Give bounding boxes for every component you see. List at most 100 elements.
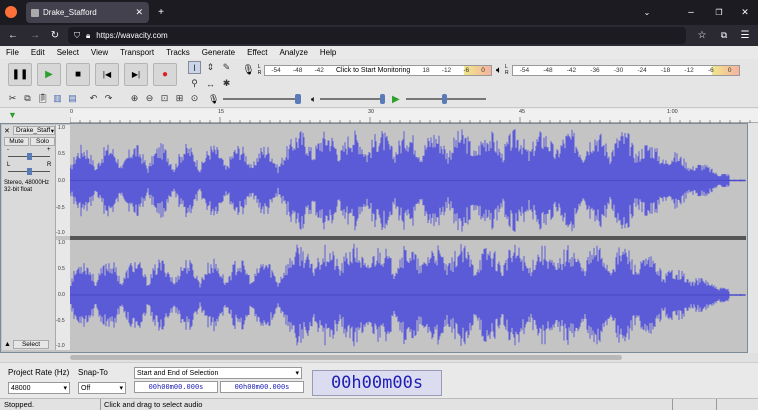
- speaker-icon[interactable]: 🔈︎: [496, 65, 502, 76]
- skip-start-button[interactable]: |◀: [95, 63, 119, 86]
- zoom-in-icon[interactable]: ⊕: [128, 92, 141, 105]
- playback-speed-thumb[interactable]: [441, 94, 447, 104]
- new-tab-button[interactable]: +: [154, 5, 168, 19]
- pause-button[interactable]: ❚❚: [8, 63, 32, 86]
- record-meter[interactable]: -54 -48 -42 Click to Start Monitoring 18…: [264, 64, 492, 76]
- skip-end-button[interactable]: ▶|: [124, 63, 148, 86]
- selection-mode-select[interactable]: Start and End of Selection ▾: [134, 367, 302, 379]
- playback-volume-slider[interactable]: [320, 94, 386, 104]
- play-at-speed-icon[interactable]: ▶: [392, 94, 400, 105]
- horizontal-scrollbar[interactable]: [0, 353, 758, 362]
- track-format-info: Stereo, 48000Hz 32-bit float: [4, 180, 49, 194]
- vertical-scale-top[interactable]: 1.0 0.5 0.0 -0.5 -1.0: [56, 125, 70, 236]
- mixer-toolbar: 🎙︎ 🔈︎: [208, 92, 386, 106]
- menu-file[interactable]: File: [6, 48, 19, 57]
- selection-end-time[interactable]: 00h00m00.000s: [220, 381, 304, 393]
- silence-icon[interactable]: ▤: [66, 92, 79, 105]
- menu-generate[interactable]: Generate: [202, 48, 235, 57]
- reload-icon[interactable]: ↻: [48, 28, 62, 42]
- restore-button[interactable]: ❐: [712, 5, 726, 19]
- extensions-icon[interactable]: ⧉: [717, 28, 731, 42]
- menu-select[interactable]: Select: [57, 48, 79, 57]
- minimize-button[interactable]: –: [684, 5, 698, 19]
- pan-slider[interactable]: [8, 168, 50, 175]
- play-button[interactable]: ▶: [37, 63, 61, 86]
- lock-icon[interactable]: 🔒︎: [86, 31, 90, 41]
- collapse-track-icon[interactable]: ▲: [4, 341, 12, 349]
- timeshift-tool-icon[interactable]: ↔: [204, 77, 217, 90]
- play-meter-toolbar: 🔈︎ LR -54 -48 -42 -36 -30 -24 -18 -12 -6…: [496, 61, 746, 79]
- snap-to-select[interactable]: Off ▾: [78, 382, 126, 394]
- firefox-menu-icon[interactable]: [5, 6, 17, 18]
- timeline-arrow-icon[interactable]: ▼: [8, 110, 20, 122]
- play-meter[interactable]: -54 -48 -42 -36 -30 -24 -18 -12 -6 0: [511, 64, 740, 76]
- menu-transport[interactable]: Transport: [120, 48, 154, 57]
- envelope-tool-icon[interactable]: ⇕: [204, 61, 217, 74]
- waveform-left-channel[interactable]: [70, 125, 746, 236]
- gain-slider[interactable]: [8, 153, 50, 160]
- project-rate-select[interactable]: 48000 ▾: [8, 382, 70, 394]
- selection-tool-icon[interactable]: I: [188, 61, 201, 74]
- gain-plus-label: +: [47, 147, 51, 153]
- menu-edit[interactable]: Edit: [31, 48, 45, 57]
- shield-icon[interactable]: ⛉: [74, 31, 80, 41]
- list-tabs-icon[interactable]: ⌄: [640, 5, 654, 19]
- cut-icon[interactable]: ✂: [6, 92, 19, 105]
- microphone-icon[interactable]: 🎙︎: [242, 65, 255, 76]
- pan-thumb[interactable]: [27, 168, 32, 175]
- paste-icon[interactable]: 📋︎: [36, 92, 49, 105]
- fit-project-icon[interactable]: ⊞: [173, 92, 186, 105]
- record-tick: -6: [463, 66, 470, 74]
- playback-volume-thumb[interactable]: [380, 94, 386, 104]
- fit-selection-icon[interactable]: ⊡: [158, 92, 171, 105]
- timeline-ruler[interactable]: 0 15 30 45 1:00: [70, 109, 758, 123]
- close-window-button[interactable]: ✕: [738, 5, 752, 19]
- browser-tab[interactable]: Drake_Stafford ✕: [26, 2, 149, 23]
- trim-icon[interactable]: ▥: [51, 92, 64, 105]
- record-button[interactable]: ●: [153, 63, 177, 86]
- redo-icon[interactable]: ↷: [102, 92, 115, 105]
- waveform-right-channel[interactable]: [70, 240, 746, 350]
- playback-speed-slider[interactable]: [405, 94, 486, 104]
- audio-position-display[interactable]: 00h00m00s: [312, 370, 442, 396]
- vertical-scale-bottom[interactable]: 1.0 0.5 0.0 -0.5 -1.0: [56, 240, 70, 350]
- solo-button[interactable]: Solo: [30, 137, 55, 146]
- selection-start-time[interactable]: 00h00m00.000s: [134, 381, 218, 393]
- menu-tracks[interactable]: Tracks: [166, 48, 190, 57]
- track-select-button[interactable]: Select: [13, 340, 49, 349]
- undo-icon[interactable]: ↶: [87, 92, 100, 105]
- tab-close-icon[interactable]: ✕: [135, 7, 143, 18]
- bookmark-star-icon[interactable]: ☆: [695, 28, 709, 42]
- play-tick: -54: [519, 66, 530, 74]
- play-tick: -42: [566, 66, 577, 74]
- zoom-toolbar: ⊕ ⊖ ⊡ ⊞ ⊙: [128, 92, 204, 106]
- zoom-toggle-icon[interactable]: ⊙: [188, 92, 201, 105]
- track-name-menu[interactable]: Drake_Staff ▾: [13, 126, 55, 135]
- stop-button[interactable]: ■: [66, 63, 90, 86]
- horizontal-scroll-thumb[interactable]: [70, 355, 622, 360]
- scale-label: 0.0: [58, 178, 65, 184]
- ruler-tick: 45: [519, 109, 526, 115]
- zoom-out-icon[interactable]: ⊖: [143, 92, 156, 105]
- mute-button[interactable]: Mute: [4, 137, 29, 146]
- gain-thumb[interactable]: [27, 153, 32, 160]
- address-bar[interactable]: ⛉ 🔒︎ https://wavacity.com: [68, 27, 686, 44]
- vertical-scrollbar[interactable]: [748, 123, 758, 353]
- hamburger-menu-icon[interactable]: ☰: [738, 28, 752, 42]
- record-tick: -42: [314, 66, 324, 74]
- recording-volume-slider[interactable]: [223, 94, 302, 104]
- menu-view[interactable]: View: [91, 48, 108, 57]
- draw-tool-icon[interactable]: ✎: [220, 61, 233, 74]
- scale-label: 0.0: [58, 292, 65, 298]
- recording-volume-thumb[interactable]: [295, 94, 302, 104]
- multi-tool-icon[interactable]: ✱: [220, 77, 233, 90]
- dropdown-arrow-icon: ▾: [119, 385, 123, 392]
- zoom-tool-icon[interactable]: ⚲: [188, 77, 201, 90]
- forward-icon[interactable]: →: [28, 28, 42, 42]
- track-close-button[interactable]: ✕: [4, 127, 12, 135]
- copy-icon[interactable]: ⧉: [21, 92, 34, 105]
- menu-effect[interactable]: Effect: [247, 48, 267, 57]
- back-icon[interactable]: ←: [6, 28, 20, 42]
- menu-help[interactable]: Help: [320, 48, 336, 57]
- menu-analyze[interactable]: Analyze: [279, 48, 307, 57]
